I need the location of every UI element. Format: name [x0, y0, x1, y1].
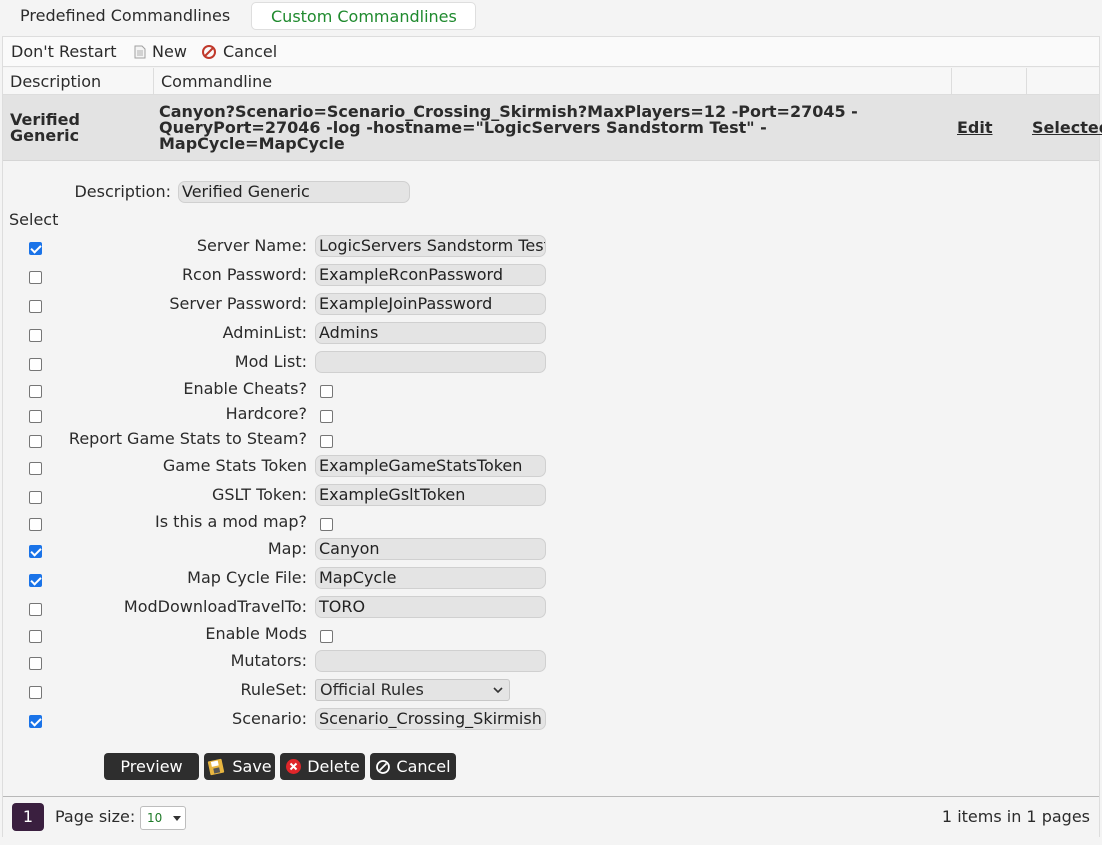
field-input[interactable]: Admins: [315, 322, 546, 344]
cancel-icon: [376, 759, 391, 774]
field-input[interactable]: [315, 351, 546, 373]
delete-icon: [286, 759, 302, 774]
chevron-down-icon: [493, 687, 503, 694]
edit-link[interactable]: Edit: [957, 120, 993, 136]
column-header-commandline[interactable]: Commandline: [154, 68, 952, 95]
ruleset-select[interactable]: Official Rules: [315, 679, 510, 701]
new-label: New: [152, 42, 187, 61]
cancel-icon: [202, 44, 216, 59]
select-checkbox[interactable]: [29, 545, 42, 558]
field-label: AdminList:: [222, 323, 307, 342]
field-input[interactable]: ExampleRconPassword: [315, 264, 546, 286]
field-label: Is this a mod map?: [155, 512, 307, 531]
selected-link[interactable]: Selected: [1032, 120, 1102, 136]
field-input[interactable]: MapCycle: [315, 567, 546, 589]
field-label: Game Stats Token: [162, 456, 307, 475]
pager-summary: 1 items in 1 pages: [941, 807, 1090, 826]
field-input[interactable]: [315, 650, 546, 672]
select-heading: Select: [9, 210, 59, 229]
dont-restart-label: Don't Restart: [11, 42, 117, 61]
select-checkbox[interactable]: [29, 686, 42, 699]
row-commandline: Canyon?Scenario=Scenario_Crossing_Skirmi…: [159, 102, 858, 153]
select-checkbox[interactable]: [29, 410, 42, 423]
field-label: Map:: [267, 539, 307, 558]
field-checkbox[interactable]: [320, 435, 333, 448]
field-label: Server Name:: [196, 236, 307, 255]
form-cancel-button[interactable]: Cancel: [370, 753, 456, 780]
field-checkbox[interactable]: [320, 518, 333, 531]
description-input[interactable]: Verified Generic: [178, 181, 410, 203]
delete-label: Delete: [307, 757, 360, 776]
field-input[interactable]: LogicServers Sandstorm Test: [315, 235, 546, 257]
dont-restart-button[interactable]: Don't Restart: [11, 42, 117, 61]
select-checkbox[interactable]: [29, 271, 42, 284]
select-checkbox[interactable]: [29, 574, 42, 587]
field-input[interactable]: ExampleJoinPassword: [315, 293, 546, 315]
toolbar-cancel-button[interactable]: Cancel: [201, 42, 277, 61]
tab-custom-commandlines[interactable]: Custom Commandlines: [251, 2, 476, 30]
select-checkbox[interactable]: [29, 491, 42, 504]
field-input[interactable]: Canyon: [315, 538, 546, 560]
table-row[interactable]: Verified Generic Canyon?Scenario=Scenari…: [3, 95, 1102, 161]
field-input[interactable]: TORO: [315, 596, 546, 618]
row-description: Verified Generic: [10, 110, 80, 145]
commandline-panel: Don't Restart New Cancel Description Com…: [2, 36, 1102, 837]
field-label: Map Cycle File:: [187, 568, 307, 587]
page-size-value: 10: [147, 811, 163, 825]
preview-button[interactable]: Preview: [104, 753, 199, 780]
field-label: Mod List:: [234, 352, 307, 371]
select-checkbox[interactable]: [29, 518, 42, 531]
page-size-label: Page size:: [55, 807, 136, 826]
select-checkbox[interactable]: [29, 657, 42, 670]
save-label: Save: [232, 757, 272, 776]
field-label: Enable Cheats?: [183, 379, 307, 398]
select-checkbox[interactable]: [29, 715, 42, 728]
page-number-button[interactable]: 1: [12, 803, 44, 831]
field-label: GSLT Token:: [211, 485, 307, 504]
page-size-dropdown[interactable]: 10: [140, 806, 186, 830]
select-checkbox[interactable]: [29, 603, 42, 616]
save-icon: [208, 758, 225, 775]
field-label: ModDownloadTravelTo:: [123, 597, 307, 616]
pager: 1 Page size: 10 1 items in 1 pages: [3, 796, 1099, 837]
field-label: Report Game Stats to Steam?: [68, 429, 307, 448]
delete-button[interactable]: Delete: [280, 753, 365, 780]
new-button[interactable]: New: [134, 42, 187, 61]
grid-header: Description Commandline: [3, 68, 1099, 95]
field-checkbox[interactable]: [320, 630, 333, 643]
description-label: Description:: [74, 182, 171, 201]
select-checkbox[interactable]: [29, 329, 42, 342]
column-header-selected: [1027, 68, 1101, 95]
select-checkbox[interactable]: [29, 630, 42, 643]
column-header-edit: [952, 68, 1027, 95]
form-cancel-label: Cancel: [396, 757, 451, 776]
document-icon: [134, 45, 146, 58]
select-checkbox[interactable]: [29, 435, 42, 448]
ruleset-value: Official Rules: [320, 680, 424, 699]
preview-label: Preview: [120, 757, 183, 776]
field-label: Server Password:: [169, 294, 307, 313]
select-checkbox[interactable]: [29, 385, 42, 398]
field-input[interactable]: ExampleGameStatsToken: [315, 455, 546, 477]
select-checkbox[interactable]: [29, 300, 42, 313]
column-header-description[interactable]: Description: [3, 68, 154, 95]
dropdown-arrow-icon: [173, 816, 181, 821]
toolbar: Don't Restart New Cancel: [3, 37, 1099, 67]
field-label: Rcon Password:: [181, 265, 307, 284]
field-label: Mutators:: [230, 651, 307, 670]
cancel-label: Cancel: [223, 42, 278, 61]
field-label: RuleSet:: [240, 680, 308, 699]
save-button[interactable]: Save: [204, 753, 275, 780]
select-checkbox[interactable]: [29, 358, 42, 371]
field-input[interactable]: Scenario_Crossing_Skirmish: [315, 708, 546, 730]
tab-predefined-commandlines[interactable]: Predefined Commandlines: [1, 2, 249, 30]
field-checkbox[interactable]: [320, 385, 333, 398]
field-label: Enable Mods: [205, 624, 307, 643]
select-checkbox[interactable]: [29, 462, 42, 475]
select-checkbox[interactable]: [29, 242, 42, 255]
field-checkbox[interactable]: [320, 410, 333, 423]
field-label: Scenario:: [232, 709, 307, 728]
field-input[interactable]: ExampleGsltToken: [315, 484, 546, 506]
field-label: Hardcore?: [225, 404, 307, 423]
